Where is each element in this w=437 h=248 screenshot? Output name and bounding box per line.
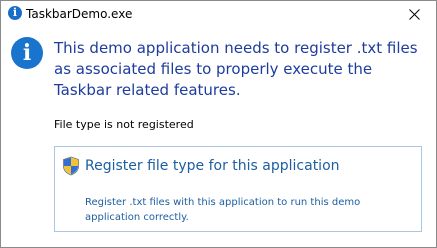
info-icon: i	[11, 37, 43, 69]
command-link-title: Register file type for this application	[85, 158, 340, 174]
dialog-window: i TaskbarDemo.exe i This demo applicatio…	[0, 0, 437, 248]
status-text: File type is not registered	[54, 118, 194, 131]
command-link-description: Register .txt files with this applicatio…	[85, 197, 361, 223]
close-icon	[408, 8, 420, 20]
title-bar[interactable]: i TaskbarDemo.exe	[1, 1, 436, 27]
close-button[interactable]	[392, 1, 436, 27]
register-file-type-command-link[interactable]: Register file type for this application …	[54, 146, 422, 232]
window-title: TaskbarDemo.exe	[26, 7, 133, 21]
app-info-icon: i	[8, 6, 22, 20]
main-instruction: This demo application needs to register …	[54, 39, 418, 99]
uac-shield-icon	[63, 156, 79, 176]
